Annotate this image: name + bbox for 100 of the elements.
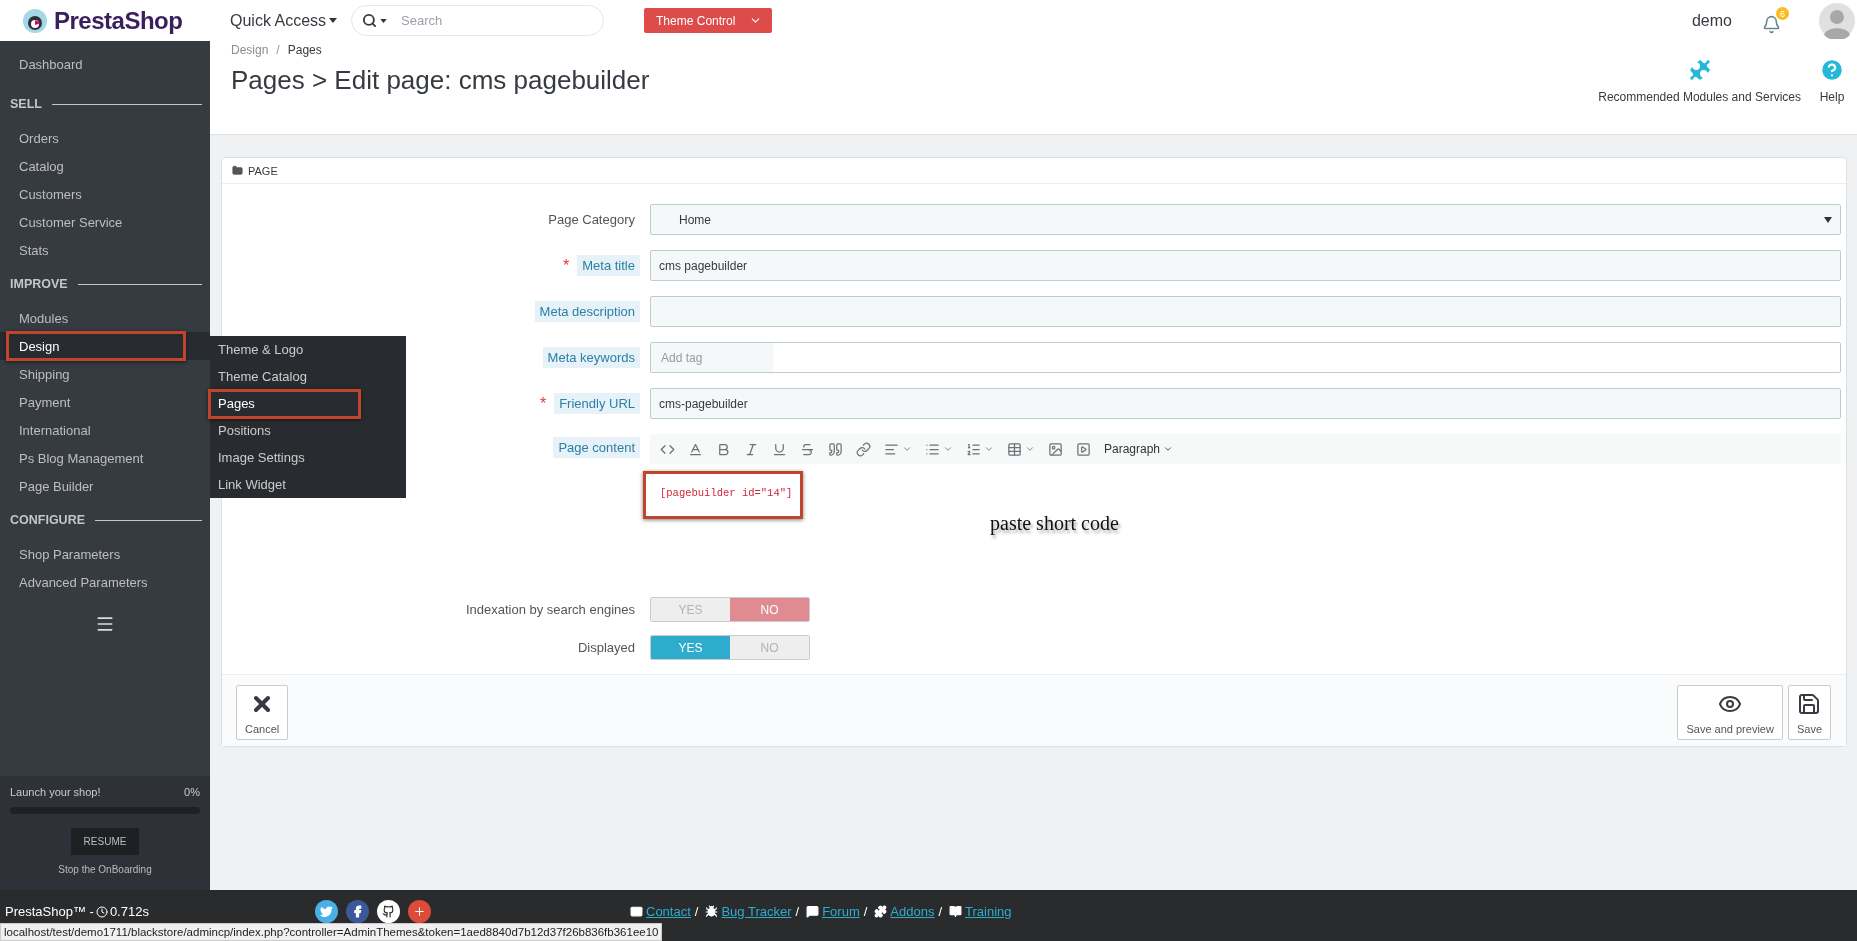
link-separator: / <box>795 904 800 919</box>
sidebar-item[interactable]: Design <box>0 332 210 360</box>
bug-icon <box>705 905 719 918</box>
format-icon[interactable] <box>828 441 843 457</box>
footer-link[interactable]: Bug Tracker <box>705 904 792 919</box>
format-icon[interactable] <box>800 441 815 457</box>
notification-badge: 6 <box>1776 7 1789 20</box>
sidebar-item[interactable]: Advanced Parameters <box>0 568 210 596</box>
required-mark: * <box>539 394 547 413</box>
resume-button[interactable]: RESUME <box>70 828 140 855</box>
submenu-item[interactable]: Pages <box>210 390 406 417</box>
sidebar-item[interactable]: Customer Service <box>0 208 210 236</box>
book-icon <box>949 905 963 918</box>
format-icon[interactable] <box>744 441 759 457</box>
caret-icon <box>1163 444 1174 454</box>
link-separator: / <box>694 904 699 919</box>
submenu-item[interactable]: Image Settings <box>210 444 406 471</box>
help-link[interactable]: Help <box>1819 57 1845 104</box>
panel-title: PAGE <box>248 164 278 177</box>
sidebar-item[interactable]: Ps Blog Management <box>0 444 210 472</box>
field-label: Friendly URL <box>554 393 640 414</box>
field-label: Meta keywords <box>542 347 640 368</box>
social-icon[interactable] <box>377 900 400 923</box>
footer-link[interactable]: Forum <box>806 904 860 919</box>
onboarding-label: Launch your shop! <box>10 786 101 798</box>
search-icon[interactable] <box>362 13 378 28</box>
sidebar-item[interactable]: Payment <box>0 388 210 416</box>
image-icon[interactable] <box>1048 441 1063 457</box>
media-icon[interactable] <box>1076 441 1091 457</box>
sidebar-item[interactable]: International <box>0 416 210 444</box>
breadcrumb-link[interactable]: Pages <box>287 43 322 57</box>
bell-icon <box>1762 15 1781 34</box>
sidebar-item[interactable]: Page Builder <box>0 472 210 500</box>
sidebar-item[interactable]: Orders <box>0 124 210 152</box>
table-icon[interactable] <box>1007 441 1022 457</box>
submenu-item[interactable]: Positions <box>210 417 406 444</box>
section-heading: SELL <box>10 97 42 111</box>
chat-icon <box>806 905 820 918</box>
caret-icon[interactable] <box>380 18 388 23</box>
footer-link[interactable]: Training <box>949 904 1012 919</box>
help-icon <box>1819 57 1845 83</box>
format-icon[interactable] <box>688 441 703 457</box>
avatar-icon[interactable] <box>1819 2 1855 39</box>
field-label: Page content <box>553 437 640 458</box>
sidebar-item[interactable]: Customers <box>0 180 210 208</box>
modules-link[interactable]: Recommended Modules and Services <box>1598 57 1801 104</box>
logo-icon <box>22 7 48 34</box>
sidebar-item[interactable]: Shop Parameters <box>0 540 210 568</box>
sidebar-item[interactable]: Shipping <box>0 360 210 388</box>
format-dropdown[interactable]: Paragraph <box>1104 442 1174 456</box>
section-heading: IMPROVE <box>10 277 68 291</box>
submenu-item[interactable]: Theme & Logo <box>210 336 406 363</box>
format-icon[interactable] <box>772 441 787 457</box>
caret-icon <box>1824 216 1832 223</box>
load-time: 0.712s <box>109 904 149 919</box>
footer-brand: PrestaShop™ - <box>5 904 94 919</box>
theme-control-button[interactable]: Theme Control <box>644 8 773 33</box>
format-icon[interactable] <box>716 441 731 457</box>
link-separator: / <box>938 904 943 919</box>
footer-link[interactable]: Addons <box>874 904 935 919</box>
sidebar-item[interactable]: Catalog <box>0 152 210 180</box>
submenu-item[interactable]: Link Widget <box>210 471 406 498</box>
progress-percent: 0% <box>184 786 200 798</box>
clock-icon <box>95 905 108 918</box>
footer-link[interactable]: Contact <box>630 904 691 919</box>
bullet-list-icon[interactable] <box>925 441 940 457</box>
breadcrumb-link[interactable]: Design <box>231 43 269 57</box>
quick-access-menu[interactable]: Quick Access <box>230 11 338 30</box>
social-icon[interactable] <box>408 900 431 923</box>
preview-button[interactable]: Save and preview <box>1677 685 1783 740</box>
user-name[interactable]: demo <box>1691 11 1732 30</box>
text-field[interactable]: cms-pagebuilder <box>650 388 1841 419</box>
sidebar-item[interactable]: Modules <box>0 304 210 332</box>
link-separator: / <box>863 904 868 919</box>
field-label: Displayed <box>576 639 636 657</box>
text-field[interactable]: cms pagebuilder <box>650 250 1841 281</box>
social-icon[interactable] <box>346 900 369 923</box>
required-mark: * <box>563 256 570 275</box>
category-select[interactable]: Home <box>650 204 1841 235</box>
cancel-button[interactable]: Cancel <box>236 685 289 740</box>
text-field[interactable] <box>650 296 1841 327</box>
stop-onboarding-link[interactable]: Stop the OnBoarding <box>58 864 152 875</box>
caret-icon <box>329 18 338 23</box>
puzzle-icon <box>874 905 888 918</box>
social-icon[interactable] <box>315 900 338 923</box>
status-url: localhost/test/demo1711/blackstore/admincp/index.php?controller=AdminThemes&token=1aed8840d7b12d37f26b836fb361ee10 <box>0 923 663 941</box>
logo-text: PrestaShop <box>54 6 183 35</box>
shortcode-text: [pagebuilder id="14"] <box>660 487 793 499</box>
field-label: Indexation by search engines <box>464 601 636 619</box>
field-label: Meta description <box>534 301 640 322</box>
save-button[interactable]: Save <box>1787 685 1831 740</box>
envelope-icon <box>630 905 643 918</box>
sidebar-item[interactable]: Dashboard <box>0 50 210 78</box>
submenu-item[interactable]: Theme Catalog <box>210 363 406 390</box>
numbered-list-icon[interactable] <box>966 441 981 457</box>
field-label: Meta title <box>577 255 640 276</box>
sidebar-item[interactable]: Stats <box>0 236 210 264</box>
format-icon[interactable] <box>856 441 871 457</box>
align-icon[interactable] <box>884 441 899 457</box>
menu-icon[interactable] <box>95 614 115 634</box>
